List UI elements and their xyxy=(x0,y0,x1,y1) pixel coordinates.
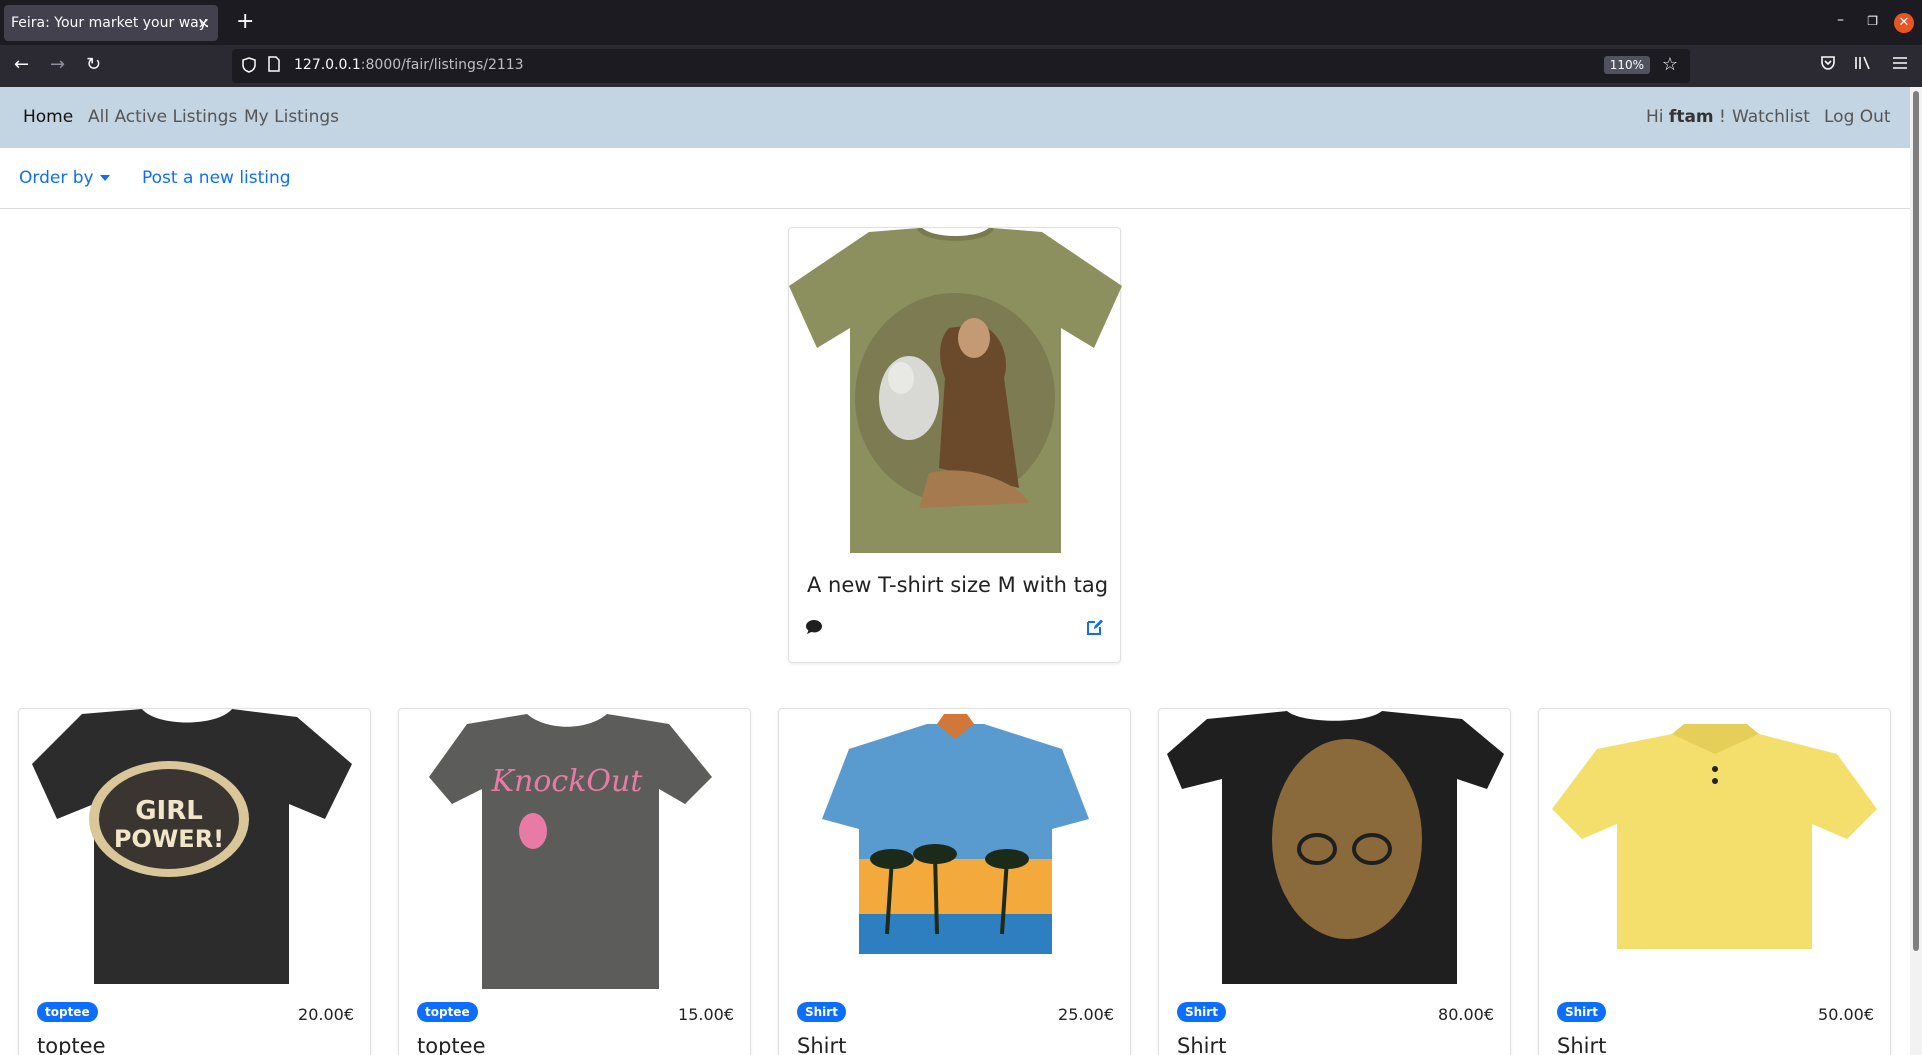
user-greeting: Hi ftam ! xyxy=(1646,107,1726,127)
svg-text:KnockOut: KnockOut xyxy=(491,764,644,799)
comment-icon[interactable] xyxy=(806,619,822,635)
category-badge[interactable]: toptee xyxy=(417,1002,478,1022)
caret-down-icon xyxy=(99,175,110,181)
tab-title: Feira: Your market your way. xyxy=(11,15,210,31)
bookmark-star-icon[interactable]: ☆ xyxy=(1662,54,1678,75)
category-badge[interactable]: Shirt xyxy=(1557,1002,1606,1022)
page-content: Home All Active Listings My Listings Hi … xyxy=(0,87,1922,1055)
forward-icon[interactable]: → xyxy=(50,54,65,76)
shield-icon[interactable] xyxy=(242,57,256,77)
window-close-icon[interactable]: ✕ xyxy=(1894,13,1914,33)
menu-icon[interactable] xyxy=(1892,55,1908,74)
listing-title[interactable]: toptee xyxy=(417,1034,486,1055)
nav-my-listings-link[interactable]: My Listings xyxy=(244,107,339,127)
reload-icon[interactable]: ↻ xyxy=(86,54,101,76)
url-text[interactable]: 127.0.0.1:8000/fair/listings/2113 xyxy=(294,57,524,73)
nav-all-active-listings-link[interactable]: All Active Listings xyxy=(88,107,237,127)
listing-image[interactable]: KnockOut xyxy=(407,709,744,994)
browser-titlebar: Feira: Your market your way. × + – ❐ ✕ xyxy=(0,0,1922,45)
listing-title[interactable]: Shirt xyxy=(797,1034,846,1055)
listing-title[interactable]: toptee xyxy=(37,1034,106,1055)
library-icon[interactable] xyxy=(1854,55,1872,75)
back-icon[interactable]: ← xyxy=(14,54,29,76)
category-badge[interactable]: toptee xyxy=(37,1002,98,1022)
browser-tab[interactable]: Feira: Your market your way. × xyxy=(4,5,218,41)
category-badge[interactable]: Shirt xyxy=(1177,1002,1226,1022)
tab-close-icon[interactable]: × xyxy=(197,5,210,41)
new-tab-button[interactable]: + xyxy=(236,8,254,36)
top-navbar: Home All Active Listings My Listings Hi … xyxy=(0,87,1910,148)
url-bar[interactable]: 127.0.0.1:8000/fair/listings/2113 110% ☆ xyxy=(232,49,1690,83)
listing-card[interactable]: Shirt 50.00€ Shirt xyxy=(1538,708,1891,1055)
category-badge[interactable]: Shirt xyxy=(797,1002,846,1022)
nav-home-link[interactable]: Home xyxy=(23,107,73,127)
listing-price: 15.00€ xyxy=(678,1005,734,1024)
order-by-dropdown[interactable]: Order by xyxy=(19,168,110,188)
svg-text:GIRL: GIRL xyxy=(135,796,203,826)
listing-image[interactable] xyxy=(1167,709,1504,994)
zoom-level[interactable]: 110% xyxy=(1603,56,1650,74)
edit-icon[interactable] xyxy=(1086,618,1104,636)
page-info-icon[interactable] xyxy=(268,56,280,76)
listing-image[interactable] xyxy=(787,709,1124,994)
listing-price: 25.00€ xyxy=(1058,1005,1114,1024)
scrollbar-thumb[interactable] xyxy=(1913,91,1919,951)
browser-toolbar: ← → ↻ 127.0.0.1:8000/fair/listings/2113 … xyxy=(0,45,1922,87)
svg-text:POWER!: POWER! xyxy=(114,825,224,853)
listing-title[interactable]: Shirt xyxy=(1177,1034,1226,1055)
nav-watchlist-link[interactable]: Watchlist xyxy=(1732,107,1810,127)
listing-card[interactable]: Shirt 80.00€ Shirt xyxy=(1158,708,1511,1055)
listing-price: 80.00€ xyxy=(1438,1005,1494,1024)
nav-logout-link[interactable]: Log Out xyxy=(1824,107,1891,127)
featured-listing-card[interactable]: A new T-shirt size M with tag xyxy=(788,227,1122,663)
listing-image[interactable] xyxy=(1547,709,1884,994)
featured-listing-image[interactable] xyxy=(789,228,1122,558)
pocket-icon[interactable] xyxy=(1820,55,1836,75)
listing-price: 20.00€ xyxy=(298,1005,354,1024)
listing-card[interactable]: Shirt 25.00€ Shirt xyxy=(778,708,1131,1055)
listing-card[interactable]: GIRL POWER! toptee 20.00€ toptee xyxy=(18,708,371,1055)
listing-price: 50.00€ xyxy=(1818,1005,1874,1024)
minimize-icon[interactable]: – xyxy=(1837,12,1844,28)
listing-card[interactable]: KnockOut toptee 15.00€ toptee xyxy=(398,708,751,1055)
listing-image[interactable]: GIRL POWER! xyxy=(27,709,364,994)
listing-title[interactable]: Shirt xyxy=(1557,1034,1606,1055)
restore-icon[interactable]: ❐ xyxy=(1867,14,1878,28)
featured-listing-title[interactable]: A new T-shirt size M with tag xyxy=(807,573,1108,597)
page-scrollbar[interactable] xyxy=(1910,87,1922,1055)
post-new-listing-link[interactable]: Post a new listing xyxy=(142,168,291,188)
sub-navbar: Order by Post a new listing xyxy=(0,148,1910,209)
username: ftam xyxy=(1668,107,1714,127)
